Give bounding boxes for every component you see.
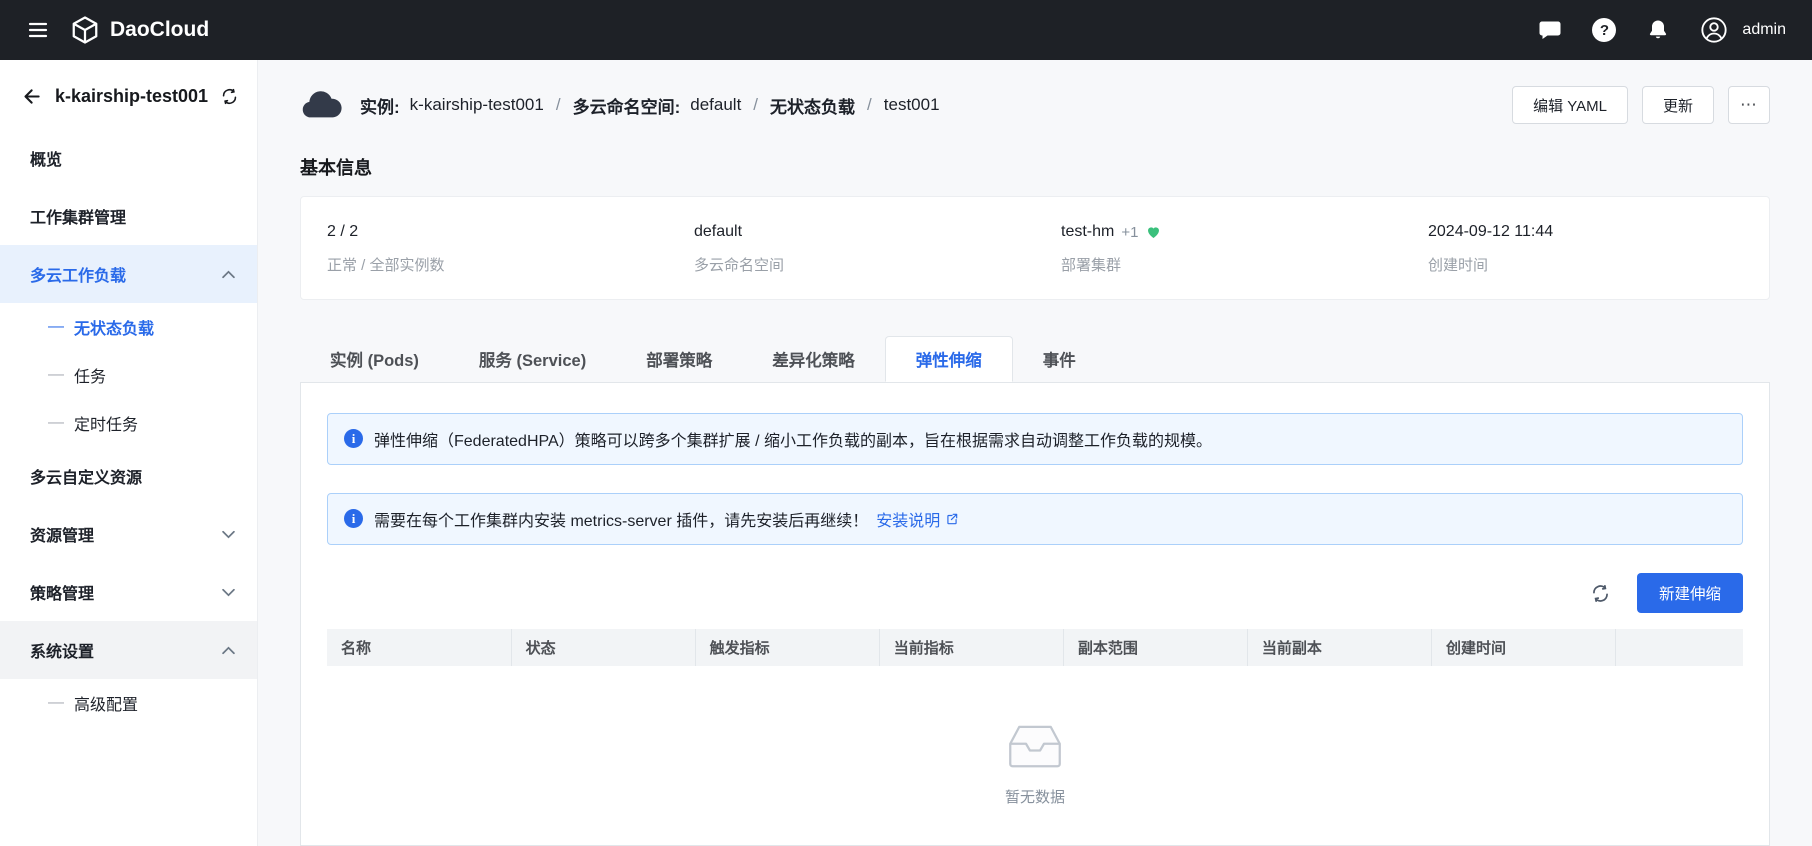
column-current-metric: 当前指标 (879, 629, 1064, 666)
sidebar-item-policy-management[interactable]: 策略管理 (0, 563, 257, 621)
more-actions-button[interactable]: ⋯ (1728, 86, 1770, 124)
stat-namespace: default 多云命名空间 (694, 223, 785, 274)
sidebar-item-stateless-workloads[interactable]: — 无状态负载 (0, 303, 257, 351)
column-trigger-metric: 触发指标 (695, 629, 880, 666)
breadcrumb-namespace-value[interactable]: default (690, 95, 741, 115)
column-name: 名称 (327, 629, 512, 666)
hamburger-menu-icon[interactable] (26, 18, 50, 42)
help-icon[interactable]: ? (1592, 18, 1617, 42)
sidebar-item-cronjobs[interactable]: — 定时任务 (0, 399, 257, 447)
hpa-table: 名称 状态 触发指标 当前指标 副本范围 当前副本 创建时间 (327, 629, 1743, 666)
main-content: 实例: k-kairship-test001 / 多云命名空间: default… (258, 60, 1812, 846)
sidebar-item-resource-management[interactable]: 资源管理 (0, 505, 257, 563)
chevron-up-icon (222, 646, 235, 655)
breadcrumb-workload-type[interactable]: 无状态负载 (770, 93, 855, 118)
chat-icon[interactable] (1538, 18, 1562, 42)
edit-yaml-button[interactable]: 编辑 YAML (1512, 86, 1628, 124)
sidebar-header: k-kairship-test001 (0, 60, 257, 129)
daocloud-logo-icon (70, 15, 100, 45)
sidebar-item-overview[interactable]: 概览 (0, 129, 257, 187)
sidebar-item-jobs[interactable]: — 任务 (0, 351, 257, 399)
tab-deploy-policy[interactable]: 部署策略 (616, 336, 742, 382)
column-created-at: 创建时间 (1431, 629, 1617, 666)
tab-events[interactable]: 事件 (1013, 336, 1106, 382)
hpa-info-alert: i 弹性伸缩（FederatedHPA）策略可以跨多个集群扩展 / 缩小工作负载… (327, 413, 1743, 465)
update-button[interactable]: 更新 (1641, 86, 1714, 124)
sidebar: k-kairship-test001 概览 工作集群管理 多云工作负载 — 无状… (0, 60, 258, 846)
stat-instances: 2 / 2 正常 / 全部实例数 (327, 223, 445, 274)
cloud-icon (300, 89, 344, 122)
breadcrumb-instance-value[interactable]: k-kairship-test001 (410, 95, 544, 115)
back-arrow-icon[interactable] (22, 86, 43, 107)
user-avatar[interactable] (1700, 16, 1728, 44)
install-guide-link[interactable]: 安装说明 (876, 507, 959, 531)
sidebar-item-cluster-management[interactable]: 工作集群管理 (0, 187, 257, 245)
column-actions (1615, 629, 1743, 666)
basic-info-title: 基本信息 (300, 158, 372, 178)
chevron-down-icon (222, 588, 235, 597)
info-icon: i (344, 429, 363, 448)
brand-name: DaoCloud (110, 18, 210, 41)
breadcrumb-workload-name: test001 (883, 95, 940, 114)
tab-autoscaling[interactable]: 弹性伸缩 (884, 336, 1013, 382)
table-header-row: 名称 状态 触发指标 当前指标 副本范围 当前副本 创建时间 (327, 629, 1743, 666)
create-hpa-button[interactable]: 新建伸缩 (1636, 573, 1743, 613)
empty-box-icon (999, 718, 1071, 774)
chevron-up-icon (222, 270, 235, 279)
breadcrumb: 实例: k-kairship-test001 / 多云命名空间: default… (360, 93, 940, 118)
stat-clusters: test-hm +1 部署集群 (1035, 223, 1402, 275)
cluster-title: k-kairship-test001 (55, 86, 209, 106)
empty-text: 暂无数据 (1004, 789, 1065, 806)
table-toolbar: 新建伸缩 (327, 573, 1743, 613)
app-window: DaoCloud ? admin k-kairship-test001 概览 工… (0, 0, 1812, 846)
notifications-bell-icon[interactable] (1646, 18, 1670, 42)
brand[interactable]: DaoCloud (70, 15, 209, 45)
more-icon: ⋯ (1740, 95, 1758, 114)
column-current-replicas: 当前副本 (1247, 629, 1432, 666)
breadcrumb-namespace-label: 多云命名空间: (572, 97, 681, 117)
column-replica-range: 副本范围 (1063, 629, 1248, 666)
header-actions: 编辑 YAML 更新 ⋯ (1512, 86, 1770, 124)
tab-pods[interactable]: 实例 (Pods) (300, 336, 449, 382)
external-link-icon (945, 512, 959, 526)
page-header: 实例: k-kairship-test001 / 多云命名空间: default… (300, 86, 1770, 124)
sidebar-item-custom-resources[interactable]: 多云自定义资源 (0, 447, 257, 505)
sidebar-menu: 概览 工作集群管理 多云工作负载 — 无状态负载 — 任务 — 定时任务 多云自… (0, 129, 257, 727)
healthy-heart-icon (1145, 224, 1162, 240)
hpa-info-text: 弹性伸缩（FederatedHPA）策略可以跨多个集群扩展 / 缩小工作负载的副… (374, 433, 1212, 450)
metrics-server-text: 需要在每个工作集群内安装 metrics-server 插件，请先安装后再继续！… (374, 507, 959, 531)
autoscaling-panel: i 弹性伸缩（FederatedHPA）策略可以跨多个集群扩展 / 缩小工作负载… (300, 383, 1770, 846)
topbar: DaoCloud ? admin (0, 0, 1812, 60)
page-body: k-kairship-test001 概览 工作集群管理 多云工作负载 — 无状… (0, 60, 1812, 846)
tab-service[interactable]: 服务 (Service) (449, 336, 616, 382)
breadcrumb-instance-label: 实例: (360, 97, 400, 117)
basic-info-card: 2 / 2 正常 / 全部实例数 default 多云命名空间 test-hm … (300, 196, 1770, 300)
sidebar-item-advanced-config[interactable]: — 高级配置 (0, 679, 257, 727)
info-icon: i (344, 509, 363, 528)
detail-tabs: 实例 (Pods) 服务 (Service) 部署策略 差异化策略 弹性伸缩 事… (300, 336, 1770, 383)
cluster-extra-count[interactable]: +1 (1121, 224, 1138, 241)
switch-cluster-icon[interactable] (220, 87, 239, 106)
topbar-right: ? admin (1538, 16, 1786, 44)
metrics-server-alert: i 需要在每个工作集群内安装 metrics-server 插件，请先安装后再继… (327, 493, 1743, 545)
refresh-icon[interactable] (1590, 583, 1611, 604)
chevron-down-icon (222, 530, 235, 539)
empty-state: 暂无数据 (327, 666, 1743, 846)
sidebar-item-system-settings[interactable]: 系统设置 (0, 621, 257, 679)
tab-override-policy[interactable]: 差异化策略 (742, 336, 885, 382)
stat-created-at: 2024-09-12 11:44 创建时间 (1428, 223, 1554, 274)
sidebar-item-multicloud-workloads[interactable]: 多云工作负载 (0, 245, 257, 303)
column-status: 状态 (511, 629, 696, 666)
username-label: admin (1742, 21, 1786, 38)
